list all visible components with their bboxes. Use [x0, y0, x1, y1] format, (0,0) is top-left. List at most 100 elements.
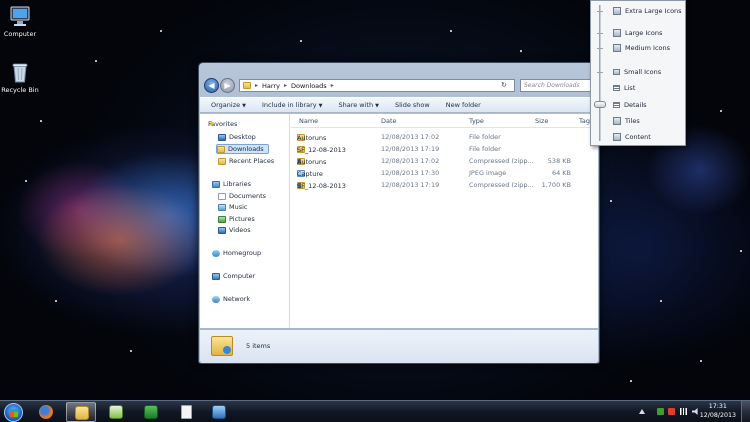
column-header-size[interactable]: Size [535, 117, 548, 125]
view-menu-item-list[interactable]: List [613, 82, 635, 94]
file-row[interactable]: Autoruns 12/08/2013 17:02 File folder [291, 132, 598, 143]
volume-icon[interactable] [692, 408, 698, 415]
file-row[interactable]: Autoruns 12/08/2013 17:02 Compressed (zi… [291, 156, 598, 167]
nav-label: Recent Places [229, 157, 275, 165]
network-status-icon[interactable] [680, 408, 687, 415]
organize-button[interactable]: Organize ▼ [211, 101, 246, 109]
file-list[interactable]: Name Date Type Size Tags Autoruns 12/08/… [291, 114, 598, 328]
column-header-date[interactable]: Date [381, 117, 397, 125]
notepad-plus-icon [109, 405, 123, 419]
nav-music[interactable]: Music [218, 203, 248, 211]
nav-documents[interactable]: Documents [218, 192, 266, 200]
file-type: Compressed (zipp... [469, 157, 534, 165]
nav-homegroup[interactable]: Homegroup [212, 249, 261, 257]
file-date: 12/08/2013 17:19 [381, 181, 440, 189]
forward-button[interactable]: ▶ [220, 78, 235, 93]
nav-pictures[interactable]: Pictures [218, 215, 255, 223]
new-folder-button[interactable]: New folder [446, 101, 481, 109]
organize-label: Organize [211, 101, 241, 109]
clock[interactable]: 17:31 12/08/2013 [700, 403, 736, 420]
nav-label: Desktop [229, 133, 256, 141]
downloads-folder-icon [217, 145, 225, 153]
nav-label: Documents [229, 192, 267, 200]
view-menu-item-small-icons[interactable]: Small Icons [613, 66, 661, 78]
taskbar-notepad-plus[interactable] [101, 402, 131, 422]
show-desktop-button[interactable] [741, 401, 750, 422]
view-menu-label: Content [625, 133, 651, 141]
view-menu-item-medium-icons[interactable]: Medium Icons [613, 42, 670, 54]
caret-down-icon: ▼ [375, 103, 379, 109]
update-icon[interactable] [657, 408, 664, 415]
taskbar-ccleaner[interactable] [136, 402, 166, 422]
nav-network[interactable]: Network [212, 295, 250, 303]
nav-label: Videos [229, 226, 251, 234]
navigation-pane[interactable]: ★ Favorites Desktop Downloads Recent Pla… [200, 114, 290, 328]
nav-desktop[interactable]: Desktop [218, 133, 256, 141]
view-menu-label: Small Icons [624, 68, 662, 76]
column-header-row: Name Date Type Size Tags [291, 114, 598, 128]
view-menu-item-content[interactable]: Content [613, 131, 651, 143]
clock-time: 17:31 [708, 403, 727, 410]
nav-label: Pictures [229, 215, 255, 223]
nav-libraries[interactable]: Libraries [212, 180, 251, 188]
large-icons-icon [613, 29, 621, 37]
nav-computer[interactable]: Computer [212, 272, 255, 280]
view-menu-item-extra-large-icons[interactable]: Extra Large Icons [613, 5, 682, 17]
breadcrumb-item-harry[interactable]: Harry [262, 82, 280, 90]
action-center-icon[interactable] [668, 408, 675, 415]
file-name: SF_12-08-2013 [297, 146, 346, 154]
column-header-type[interactable]: Type [469, 117, 484, 125]
search-input[interactable]: Search Downloads [520, 79, 598, 92]
start-button[interactable] [4, 403, 23, 422]
refresh-icon: ↻ [501, 81, 507, 89]
show-hidden-icons-icon[interactable] [639, 409, 645, 414]
nav-label: Libraries [223, 180, 252, 188]
command-bar: Organize ▼ Include in library ▼ Share with… [200, 97, 598, 113]
nav-favorites[interactable]: ★ Favorites [208, 120, 237, 129]
folder-icon [243, 82, 251, 89]
extra-large-icons-icon [613, 7, 621, 15]
column-header-name[interactable]: Name [299, 117, 318, 125]
desktop-icon-recycle-bin[interactable]: Recycle Bin [0, 60, 43, 94]
view-menu-label: Details [624, 101, 647, 109]
taskbar-firefox[interactable] [31, 402, 61, 422]
explorer-window: ◀ ▶ ▸ Harry ▸ Downloads ▸ ↻ Search Downl… [198, 62, 600, 364]
nav-recent-places[interactable]: Recent Places [218, 157, 274, 165]
nav-label: Homegroup [223, 249, 262, 257]
back-button[interactable]: ◀ [204, 78, 219, 93]
share-with-button[interactable]: Share with ▼ [338, 101, 378, 109]
view-slider-thumb[interactable] [594, 101, 606, 108]
content-icon [613, 133, 621, 141]
refresh-button[interactable]: ↻ [501, 81, 511, 90]
slide-show-button[interactable]: Slide show [395, 101, 430, 109]
taskbar: 17:31 12/08/2013 [0, 400, 750, 422]
system-tray: 17:31 12/08/2013 [630, 401, 750, 422]
taskbar-document[interactable] [171, 402, 201, 422]
view-menu-item-tiles[interactable]: Tiles [613, 115, 640, 127]
view-menu: Extra Large Icons Large Icons Medium Ico… [590, 0, 686, 146]
view-menu-item-details[interactable]: Details [613, 99, 647, 111]
small-icons-icon [613, 69, 620, 75]
file-row[interactable]: SF_12-08-2013 12/08/2013 17:19 File fold… [291, 144, 598, 155]
list-icon [613, 85, 620, 91]
desktop-icon-computer[interactable]: Computer [0, 4, 43, 38]
view-menu-item-large-icons[interactable]: Large Icons [613, 27, 662, 39]
share-with-label: Share with [338, 101, 374, 109]
slider-tick [597, 11, 603, 12]
breadcrumb[interactable]: ▸ Harry ▸ Downloads ▸ [239, 79, 515, 92]
view-slider-track[interactable] [599, 5, 601, 141]
include-in-library-label: Include in library [261, 101, 317, 109]
computer-icon [212, 272, 220, 280]
nav-videos[interactable]: Videos [218, 226, 251, 234]
include-in-library-button[interactable]: Include in library ▼ [262, 101, 323, 109]
taskbar-explorer[interactable] [66, 402, 96, 422]
explorer-icon [75, 406, 89, 420]
search-placeholder: Search Downloads [524, 82, 580, 89]
file-row[interactable]: Capture 12/08/2013 17:30 JPEG image 64 K… [291, 168, 598, 179]
nav-downloads[interactable]: Downloads [216, 144, 269, 154]
chevron-right-icon: ▸ [283, 82, 287, 89]
file-row[interactable]: SF_12-08-2013 12/08/2013 17:19 Compresse… [291, 180, 598, 191]
breadcrumb-item-downloads[interactable]: Downloads [291, 82, 327, 90]
caret-down-icon: ▼ [242, 103, 246, 109]
taskbar-remote-desktop[interactable] [204, 402, 234, 422]
